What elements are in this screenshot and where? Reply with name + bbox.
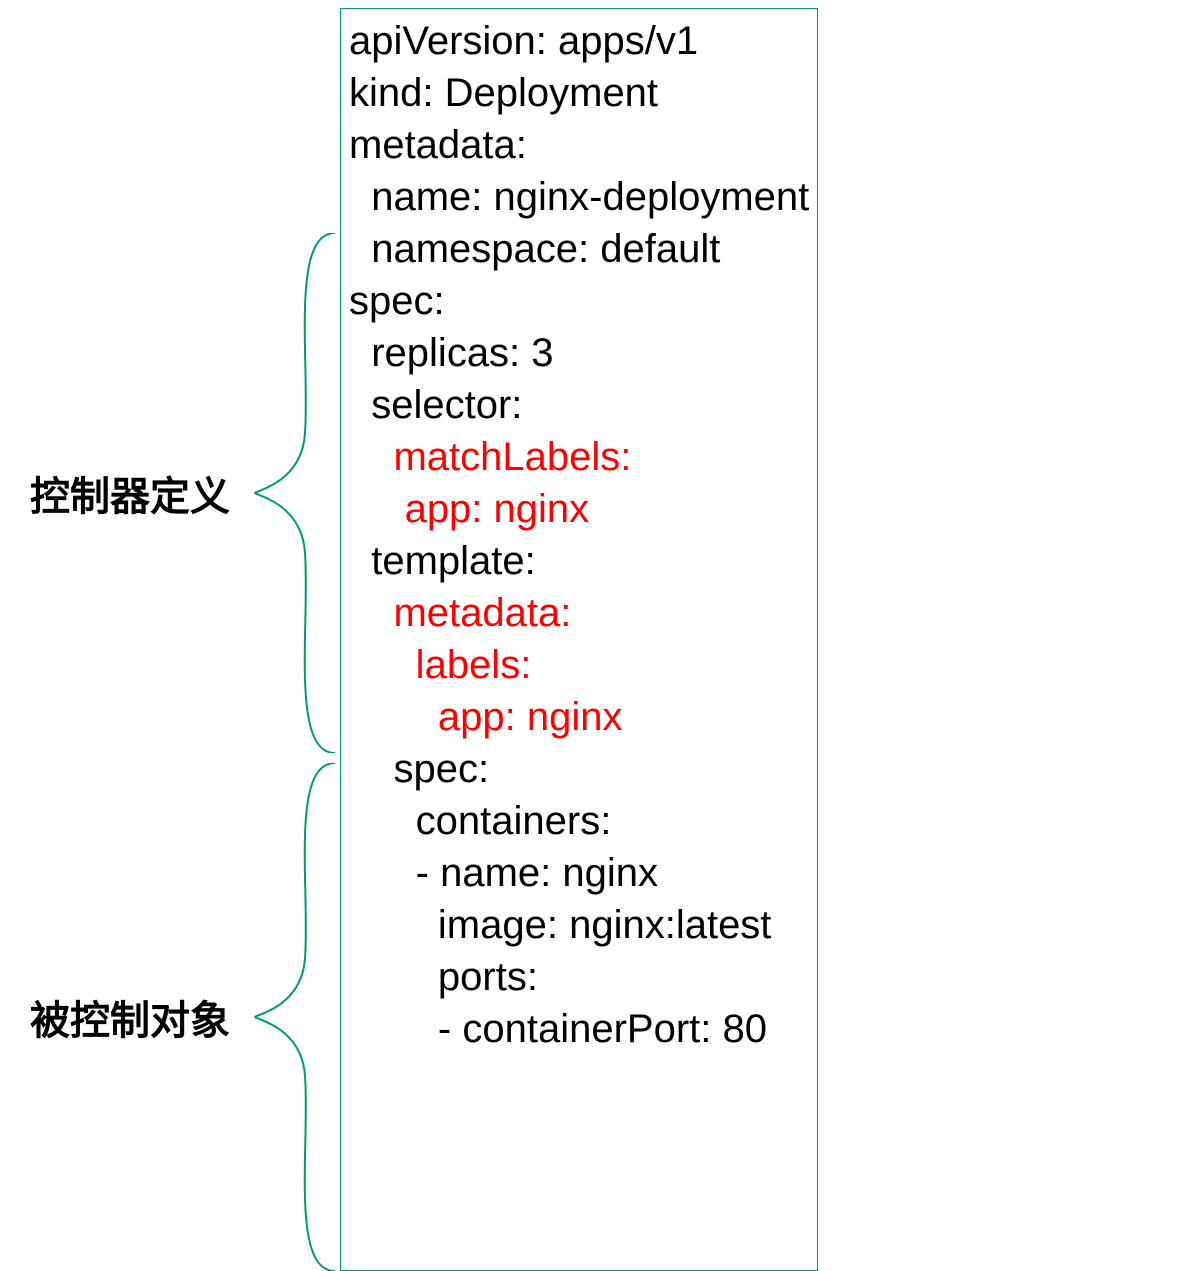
yaml-line: template: bbox=[349, 535, 809, 587]
curly-brace-icon bbox=[250, 233, 340, 753]
yaml-line-highlight: labels: bbox=[349, 639, 809, 691]
yaml-line: containers: bbox=[349, 795, 809, 847]
controller-definition-block: 控制器定义 bbox=[30, 233, 340, 753]
diagram-container: 控制器定义 被控制对象 apiVersion: apps/v1 kind: De… bbox=[0, 0, 1181, 1271]
yaml-line: image: nginx:latest bbox=[349, 899, 809, 951]
yaml-line-highlight: metadata: bbox=[349, 587, 809, 639]
yaml-line: namespace: default bbox=[349, 223, 809, 275]
yaml-line-highlight: matchLabels: bbox=[349, 431, 809, 483]
yaml-line: - name: nginx bbox=[349, 847, 809, 899]
controlled-object-block: 被控制对象 bbox=[30, 763, 340, 1271]
yaml-line: ports: bbox=[349, 951, 809, 1003]
yaml-line: spec: bbox=[349, 743, 809, 795]
yaml-line: replicas: 3 bbox=[349, 327, 809, 379]
yaml-line-highlight: app: nginx bbox=[349, 691, 809, 743]
labels-column: 控制器定义 被控制对象 bbox=[30, 8, 340, 1271]
yaml-line: name: nginx-deployment bbox=[349, 171, 809, 223]
yaml-line: selector: bbox=[349, 379, 809, 431]
yaml-line: spec: bbox=[349, 275, 809, 327]
yaml-line: - containerPort: 80 bbox=[349, 1003, 809, 1055]
yaml-line: kind: Deployment bbox=[349, 67, 809, 119]
controlled-label: 被控制对象 bbox=[30, 988, 230, 1046]
curly-brace-icon bbox=[250, 763, 340, 1271]
yaml-line: metadata: bbox=[349, 119, 809, 171]
yaml-line: apiVersion: apps/v1 bbox=[349, 15, 809, 67]
yaml-line-highlight: app: nginx bbox=[349, 483, 809, 535]
controller-label: 控制器定义 bbox=[30, 464, 230, 522]
yaml-code-box: apiVersion: apps/v1 kind: Deployment met… bbox=[340, 8, 818, 1271]
